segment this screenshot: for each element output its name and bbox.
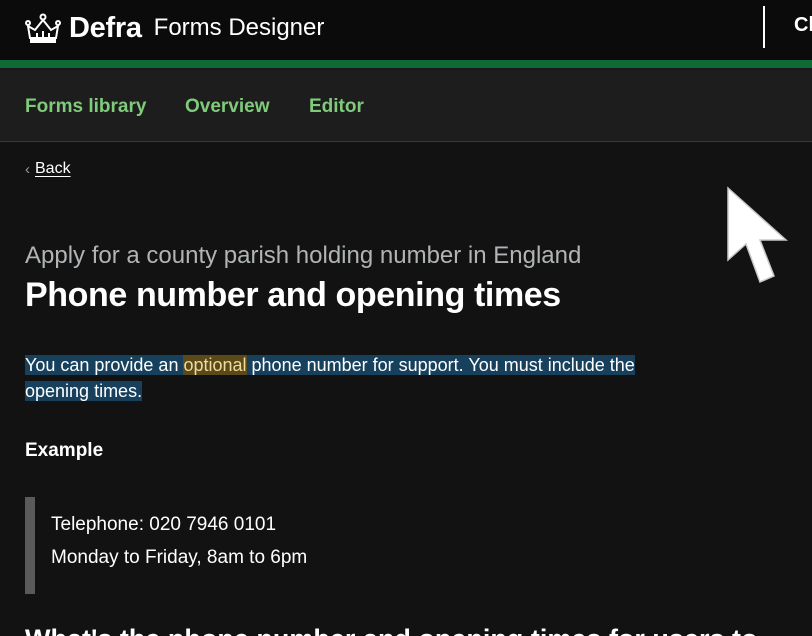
intro-text-start: You can provide an bbox=[25, 355, 184, 375]
example-telephone: Telephone: 020 7946 0101 bbox=[51, 514, 277, 535]
nav-editor[interactable]: Editor bbox=[309, 96, 364, 118]
sub-navigation: Forms library Overview Editor bbox=[0, 71, 812, 142]
back-link[interactable]: ‹ Back bbox=[25, 160, 71, 178]
header-account-link[interactable]: Cl bbox=[794, 14, 812, 37]
question-heading: What's the phone number and opening time… bbox=[25, 624, 757, 636]
intro-text-line2: opening times. bbox=[25, 381, 143, 401]
chevron-left-icon: ‹ bbox=[25, 160, 30, 178]
service-name: Forms Designer bbox=[153, 14, 325, 41]
crown-icon bbox=[25, 13, 61, 43]
inset-border bbox=[25, 497, 35, 594]
header: Defra Forms Designer Cl bbox=[0, 0, 812, 60]
page-caption: Apply for a county parish holding number… bbox=[25, 242, 582, 269]
example-heading: Example bbox=[25, 440, 104, 461]
accent-bar bbox=[0, 60, 812, 68]
header-divider bbox=[763, 6, 765, 48]
nav-forms-library[interactable]: Forms library bbox=[25, 96, 146, 118]
example-inset: Telephone: 020 7946 0101 Monday to Frida… bbox=[25, 497, 625, 594]
intro-paragraph: You can provide an optional phone number… bbox=[25, 352, 725, 404]
page: Defra Forms Designer Cl Forms library Ov… bbox=[0, 0, 812, 636]
brand-name: Defra bbox=[69, 11, 142, 44]
nav-overview[interactable]: Overview bbox=[185, 96, 270, 118]
mouse-pointer-icon bbox=[727, 186, 788, 284]
example-hours: Monday to Friday, 8am to 6pm bbox=[51, 547, 308, 568]
back-label: Back bbox=[35, 160, 71, 177]
intro-text-end: phone number for support. You must inclu… bbox=[246, 355, 635, 375]
brand-link[interactable]: Defra Forms Designer bbox=[25, 8, 324, 48]
page-title: Phone number and opening times bbox=[25, 276, 561, 314]
intro-highlight: optional bbox=[183, 355, 247, 375]
